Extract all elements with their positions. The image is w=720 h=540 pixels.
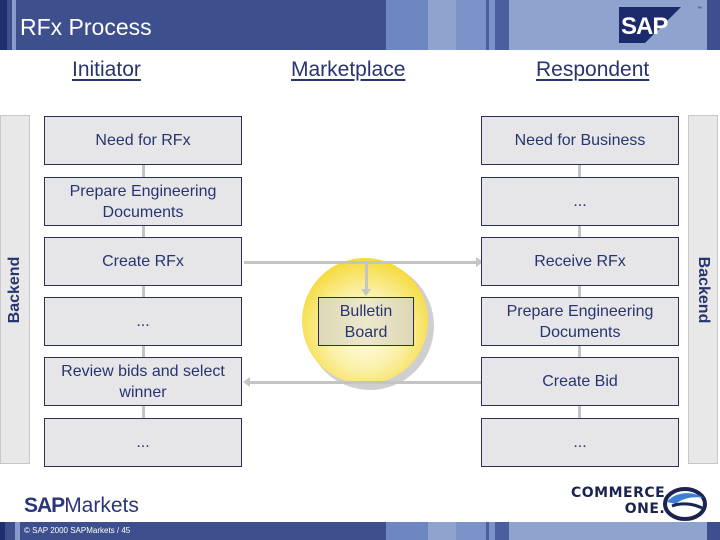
- trademark-mark: ™: [697, 6, 702, 12]
- copyright-text: © SAP 2000 SAPMarkets / 45: [24, 526, 131, 535]
- backend-label-right: Backend: [695, 256, 712, 323]
- footer-stripe: [509, 522, 707, 540]
- sap-logo-icon: SAP: [619, 7, 681, 43]
- sapmarkets-logo-bold: SAP: [24, 494, 65, 517]
- header-bar: RFx Process SAP ™: [0, 0, 720, 50]
- respondent-step: ...: [481, 177, 679, 226]
- header-stripe: [456, 0, 486, 50]
- commerce-one-logo-text: COMMERCE ONE.: [571, 485, 665, 517]
- footer-stripe: [0, 522, 5, 540]
- header-stripe: [12, 0, 16, 50]
- respondent-step: Receive RFx: [481, 237, 679, 286]
- backend-panel-right: Backend: [688, 115, 718, 464]
- column-header-marketplace: Marketplace: [291, 58, 406, 81]
- flow-connector: [142, 406, 145, 418]
- header-stripe: [495, 0, 509, 50]
- backend-panel-left: Backend: [0, 115, 30, 464]
- respondent-step: Prepare Engineering Documents: [481, 297, 679, 346]
- initiator-step: Need for RFx: [44, 116, 242, 165]
- backend-label-left: Backend: [6, 256, 23, 323]
- bid-return-connector: [250, 381, 482, 384]
- header-stripe: [0, 0, 7, 50]
- sapmarkets-logo-rest: Markets: [64, 494, 139, 517]
- footer-stripe: [428, 522, 456, 540]
- footer-stripe: [495, 522, 509, 540]
- column-header-initiator: Initiator: [72, 58, 141, 81]
- column-header-respondent: Respondent: [536, 58, 650, 81]
- flow-connector: [142, 165, 145, 177]
- header-stripe: [386, 0, 428, 50]
- respondent-step: Need for Business: [481, 116, 679, 165]
- footer-stripe: [456, 522, 486, 540]
- header-stripe: [428, 0, 456, 50]
- initiator-step: Review bids and select winner: [44, 357, 242, 406]
- rfx-to-board-connector: [365, 262, 368, 290]
- initiator-step: ...: [44, 297, 242, 346]
- page-title: RFx Process: [20, 14, 152, 40]
- commerce-one-line2: ONE.: [624, 501, 666, 517]
- arrow-left-icon: [243, 377, 250, 387]
- bulletin-board-box: Bulletin Board: [318, 297, 414, 346]
- sap-logo-text: SAP: [621, 13, 668, 40]
- commerce-one-line1: COMMERCE: [571, 485, 666, 501]
- initiator-step: Prepare Engineering Documents: [44, 177, 242, 226]
- commerce-one-globe-icon: [663, 487, 707, 521]
- rfx-publish-connector: [244, 261, 476, 264]
- flow-connector: [578, 165, 581, 177]
- initiator-step: Create RFx: [44, 237, 242, 286]
- sapmarkets-logo: SAPMarkets: [24, 494, 139, 518]
- footer-stripe: [386, 522, 428, 540]
- respondent-step: Create Bid: [481, 357, 679, 406]
- footer-stripe: [15, 522, 20, 540]
- initiator-step: ...: [44, 418, 242, 467]
- respondent-step: ...: [481, 418, 679, 467]
- arrow-down-icon: [361, 289, 371, 296]
- flow-connector: [578, 406, 581, 418]
